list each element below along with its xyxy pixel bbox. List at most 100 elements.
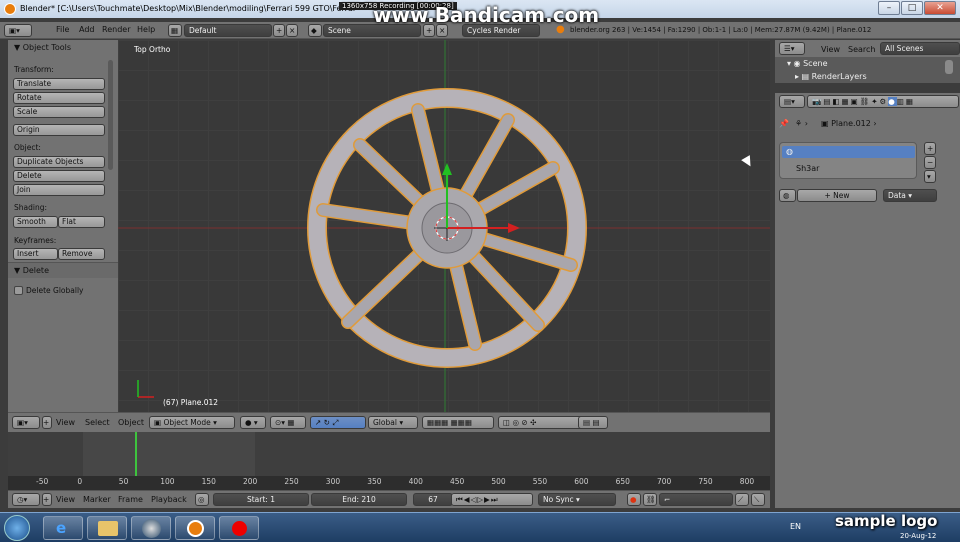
playback-controls[interactable]: ⏮◀◁▷▶⏭ [451,493,533,506]
outliner-editor-type-button[interactable]: ☰▾ [779,42,805,55]
frame-ruler[interactable]: -50 0 50 100 150 200 250 300 350 400 450 500 550 600 6… [8,476,770,490]
remove-layout-icon[interactable]: × [286,24,298,37]
viewport-shading-select[interactable]: ● ▾ [240,416,266,429]
language-indicator[interactable]: EN [790,522,801,531]
timeline-tick-label: 700 [657,477,672,486]
outliner-scene-row[interactable]: ▾ ◉ Scene [787,59,827,68]
start-frame-field[interactable]: Start: 1 [213,493,309,506]
timeline-tick-label: 750 [698,477,713,486]
smooth-button[interactable]: Smooth [13,216,58,228]
editor-type-button[interactable]: ▣▾ [4,24,32,37]
close-button[interactable]: ✕ [924,1,956,15]
menu-object[interactable]: Object [118,418,144,427]
origin-button[interactable]: Origin [13,124,105,136]
pin-icon[interactable]: 📌 [779,119,789,128]
rotate-button[interactable]: Rotate [13,92,105,104]
material-slot-selected[interactable]: ◍ [782,146,915,158]
current-frame-marker[interactable] [135,432,137,476]
join-button[interactable]: Join [13,184,105,196]
duplicate-objects-button[interactable]: Duplicate Objects [13,156,105,168]
timeline-tick-label: 300 [325,477,341,486]
active-object-label: (67) Plane.012 [163,398,219,407]
collapse-menu-icon[interactable]: + [42,416,52,429]
object-tools-header[interactable]: ▼ Object Tools [14,43,71,52]
layer-buttons[interactable]: ▦▦▦ ▦▦▦ [422,416,494,429]
translate-button[interactable]: Translate [13,78,105,90]
timeline-tick-label: 150 [201,477,216,486]
material-name-label[interactable]: Sh3ar [796,164,819,173]
add-slot-button[interactable]: + [924,142,936,155]
timeline-tick-label: 200 [243,477,258,486]
browse-material-button[interactable]: ◍ [779,189,796,202]
timeline-editor-type-button[interactable]: ◷▾ [12,493,40,506]
timeline-menu-view[interactable]: View [56,495,75,504]
delete-button[interactable]: Delete [13,170,105,182]
bandicam-taskbar-icon[interactable] [219,516,259,540]
properties-context-tabs[interactable]: 📷▤◧▦▣⛓✦⚙●▥▦ [807,95,959,108]
timeline-tick-label: 550 [532,477,548,486]
blender-taskbar-icon[interactable] [175,516,215,540]
layout-icon[interactable]: ▦ [168,24,182,37]
minimize-button[interactable]: – [878,1,900,15]
insert-keyframe-button[interactable]: Insert [13,248,58,260]
transform-orientation-select[interactable]: Global ▾ [368,416,418,429]
3d-editor-type-button[interactable]: ▣▾ [12,416,40,429]
current-frame-field[interactable]: 67 [413,493,453,506]
internet-explorer-icon[interactable]: e [43,516,83,540]
outliner[interactable]: ▾ ◉ Scene ▸ ▤ RenderLayers [775,57,960,83]
timeline-tick-label: 250 [284,477,299,486]
sync-mode-select[interactable]: No Sync ▾ [538,493,616,506]
delete-globally-checkbox[interactable] [14,286,23,295]
outliner-display-select[interactable]: All Scenes [880,42,960,55]
render-preview-buttons[interactable]: ▤ ▤ [578,416,608,429]
timeline-area[interactable]: -50 0 50 100 150 200 250 300 350 400 450 500 550 600 6… [8,432,770,490]
timeline-menu-marker[interactable]: Marker [83,495,111,504]
tool-shelf-scrollbar[interactable] [108,60,113,170]
manipulator-buttons[interactable]: ↗ ↻ ⤢ [310,416,366,429]
menu-view[interactable]: View [56,418,75,427]
add-layout-icon[interactable]: + [273,24,285,37]
scene-icon[interactable]: ◆ [308,24,322,37]
view-name-label: Top Ortho [134,45,171,54]
preview-range-icon[interactable]: ◎ [195,493,209,506]
insert-keyframe-icon[interactable]: ⟋ [735,493,749,506]
keying-set-icon[interactable]: ⛓ [643,493,657,506]
shading-label: Shading: [14,203,47,212]
outliner-menu-search[interactable]: Search [848,45,875,54]
outliner-menu-view[interactable]: View [821,45,840,54]
maximize-button[interactable]: □ [901,1,923,15]
timeline-menu-frame[interactable]: Frame [118,495,143,504]
outliner-scrollbar[interactable] [945,60,953,74]
file-explorer-icon[interactable] [87,516,127,540]
end-frame-field[interactable]: End: 210 [311,493,407,506]
pivot-select[interactable]: ⊙▾ ▦ [270,416,306,429]
menu-render[interactable]: Render [102,25,130,34]
properties-editor-type-button[interactable]: ▤▾ [779,95,805,108]
scale-button[interactable]: Scale [13,106,105,118]
keying-set-field[interactable]: ⌐ [659,493,733,506]
3d-viewport[interactable]: Top Ortho (67) Plane.012 [118,40,770,412]
remove-slot-button[interactable]: − [924,156,936,169]
menu-add[interactable]: Add [79,25,95,34]
start-button[interactable] [4,515,30,541]
timeline-collapse-icon[interactable]: + [42,493,52,506]
screen-layout-field[interactable]: Default [184,24,272,37]
remove-keyframe-button[interactable]: Remove [58,248,105,260]
breadcrumb-object[interactable]: ▣ Plane.012 › [821,119,877,128]
timeline-menu-playback[interactable]: Playback [151,495,187,504]
menu-help[interactable]: Help [137,25,155,34]
wheel-mesh[interactable] [118,40,770,412]
mode-select[interactable]: ▣ Object Mode ▾ [149,416,235,429]
delete-keyframe-icon[interactable]: ⟍ [751,493,765,506]
outliner-renderlayers-row[interactable]: ▸ ▤ RenderLayers [795,72,867,81]
new-material-button[interactable]: + New [797,189,877,202]
menu-select[interactable]: Select [85,418,110,427]
link-data-select[interactable]: Data ▾ [883,189,937,202]
globe-app-icon[interactable] [131,516,171,540]
material-slots-list[interactable]: ◍ Sh3ar [779,142,917,179]
slot-menu-button[interactable]: ▾ [924,170,936,183]
flat-button[interactable]: Flat [58,216,105,228]
operator-panel-header[interactable]: ▼ Delete [8,262,118,278]
menu-file[interactable]: File [56,25,69,34]
record-keyframe-icon[interactable]: ● [627,493,641,506]
